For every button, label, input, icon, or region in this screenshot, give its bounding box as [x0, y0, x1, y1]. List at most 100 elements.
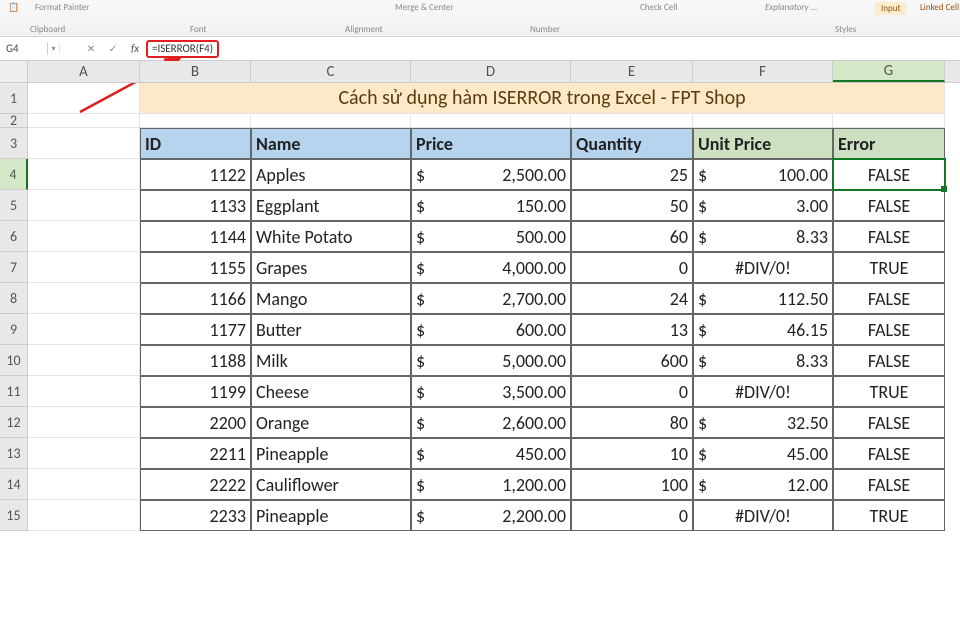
cell-id: 2222 — [140, 469, 251, 500]
fx-icon[interactable]: fx — [124, 42, 146, 55]
cell-error[interactable]: FALSE — [833, 221, 945, 252]
cell-error[interactable]: TRUE — [833, 252, 945, 283]
cell-error[interactable]: TRUE — [833, 376, 945, 407]
cell-error[interactable]: FALSE — [833, 283, 945, 314]
cell-quantity: 24 — [571, 283, 693, 314]
paste-icon[interactable]: 📋 — [8, 2, 19, 13]
row-header-14[interactable]: 14 — [0, 469, 28, 500]
cell-id: 1144 — [140, 221, 251, 252]
spreadsheet[interactable]: ABCDEFG 1 Cách sử dụng hàm ISERROR trong … — [0, 61, 960, 531]
format-painter-button[interactable]: Format Painter — [35, 2, 89, 13]
cell-error[interactable]: FALSE — [833, 345, 945, 376]
row-header-4[interactable]: 4 — [0, 159, 28, 190]
cell-F2[interactable] — [693, 114, 833, 128]
row-header-12[interactable]: 12 — [0, 407, 28, 438]
cell-A11[interactable] — [28, 376, 140, 407]
merge-center-button[interactable]: Merge & Center — [395, 2, 454, 13]
cell-name: Apples — [251, 159, 411, 190]
cell-quantity: 80 — [571, 407, 693, 438]
name-box[interactable]: G4 — [0, 42, 48, 55]
formula-cancel-icon[interactable]: ✕ — [80, 42, 102, 55]
row-header-6[interactable]: 6 — [0, 221, 28, 252]
cell-name: Cheese — [251, 376, 411, 407]
row-header-5[interactable]: 5 — [0, 190, 28, 221]
cell-A5[interactable] — [28, 190, 140, 221]
cell-price: $2,600.00 — [411, 407, 571, 438]
cell-A3[interactable] — [28, 128, 140, 159]
cell-unit-price: $8.33 — [693, 345, 833, 376]
cell-unit-price: $32.50 — [693, 407, 833, 438]
column-header-E[interactable]: E — [571, 61, 693, 82]
cell-error[interactable]: FALSE — [833, 469, 945, 500]
cell-A12[interactable] — [28, 407, 140, 438]
row-header-11[interactable]: 11 — [0, 376, 28, 407]
cell-price: $4,000.00 — [411, 252, 571, 283]
cell-price: $600.00 — [411, 314, 571, 345]
ribbon: 📋 Format Painter Merge & Center Check Ce… — [0, 0, 960, 37]
cell-name: Mango — [251, 283, 411, 314]
cell-unit-price: $8.33 — [693, 221, 833, 252]
row-header-15[interactable]: 15 — [0, 500, 28, 531]
cell-price: $3,500.00 — [411, 376, 571, 407]
cell-price: $2,500.00 — [411, 159, 571, 190]
ribbon-group-alignment: Alignment — [345, 24, 383, 35]
cell-A15[interactable] — [28, 500, 140, 531]
cell-A14[interactable] — [28, 469, 140, 500]
ribbon-group-number: Number — [530, 24, 560, 35]
title-banner: Cách sử dụng hàm ISERROR trong Excel - F… — [140, 83, 945, 114]
cell-A6[interactable] — [28, 221, 140, 252]
cell-A8[interactable] — [28, 283, 140, 314]
cell-unit-price: $45.00 — [693, 438, 833, 469]
cell-A10[interactable] — [28, 345, 140, 376]
cell-price: $500.00 — [411, 221, 571, 252]
cell-error[interactable]: FALSE — [833, 407, 945, 438]
column-header-F[interactable]: F — [693, 61, 833, 82]
cell-error[interactable]: TRUE — [833, 500, 945, 531]
cell-id: 1166 — [140, 283, 251, 314]
row-header-1[interactable]: 1 — [0, 83, 28, 114]
column-header-B[interactable]: B — [140, 61, 251, 82]
check-cell-style[interactable]: Check Cell — [640, 2, 677, 13]
row-header-2[interactable]: 2 — [0, 114, 28, 128]
explanatory-style[interactable]: Explanatory ... — [765, 2, 817, 13]
cell-C2[interactable] — [251, 114, 411, 128]
formula-confirm-icon[interactable]: ✓ — [102, 42, 124, 55]
row-header-9[interactable]: 9 — [0, 314, 28, 345]
cell-error[interactable]: FALSE — [833, 438, 945, 469]
input-style[interactable]: Input — [875, 2, 906, 15]
cell-A1[interactable] — [28, 83, 140, 114]
row-header-7[interactable]: 7 — [0, 252, 28, 283]
cell-error[interactable]: FALSE — [833, 314, 945, 345]
column-header-A[interactable]: A — [28, 61, 140, 82]
column-header-G[interactable]: G — [833, 61, 945, 82]
cell-name: Grapes — [251, 252, 411, 283]
cell-A4[interactable] — [28, 159, 140, 190]
table-header-price: Price — [411, 128, 571, 159]
name-box-dropdown-icon[interactable]: ▾ — [48, 44, 60, 54]
linked-cell-style[interactable]: Linked Cell — [920, 2, 959, 13]
table-header-id: ID — [140, 128, 251, 159]
cell-name: Butter — [251, 314, 411, 345]
cell-A2[interactable] — [28, 114, 140, 128]
cell-D2[interactable] — [411, 114, 571, 128]
row-header-3[interactable]: 3 — [0, 128, 28, 159]
cell-E2[interactable] — [571, 114, 693, 128]
row-header-8[interactable]: 8 — [0, 283, 28, 314]
formula-input[interactable]: =ISERROR(F4) — [146, 40, 219, 58]
cell-A13[interactable] — [28, 438, 140, 469]
column-header-D[interactable]: D — [411, 61, 571, 82]
cell-B2[interactable] — [140, 114, 251, 128]
cell-unit-price: $3.00 — [693, 190, 833, 221]
cell-G2[interactable] — [833, 114, 945, 128]
cell-error[interactable]: FALSE — [833, 190, 945, 221]
cell-name: White Potato — [251, 221, 411, 252]
cell-A7[interactable] — [28, 252, 140, 283]
row-header-10[interactable]: 10 — [0, 345, 28, 376]
select-all-corner[interactable] — [0, 61, 28, 82]
column-header-C[interactable]: C — [251, 61, 411, 82]
cell-unit-price: #DIV/0! — [693, 252, 833, 283]
cell-quantity: 600 — [571, 345, 693, 376]
cell-A9[interactable] — [28, 314, 140, 345]
cell-error[interactable]: FALSE — [833, 159, 945, 190]
row-header-13[interactable]: 13 — [0, 438, 28, 469]
